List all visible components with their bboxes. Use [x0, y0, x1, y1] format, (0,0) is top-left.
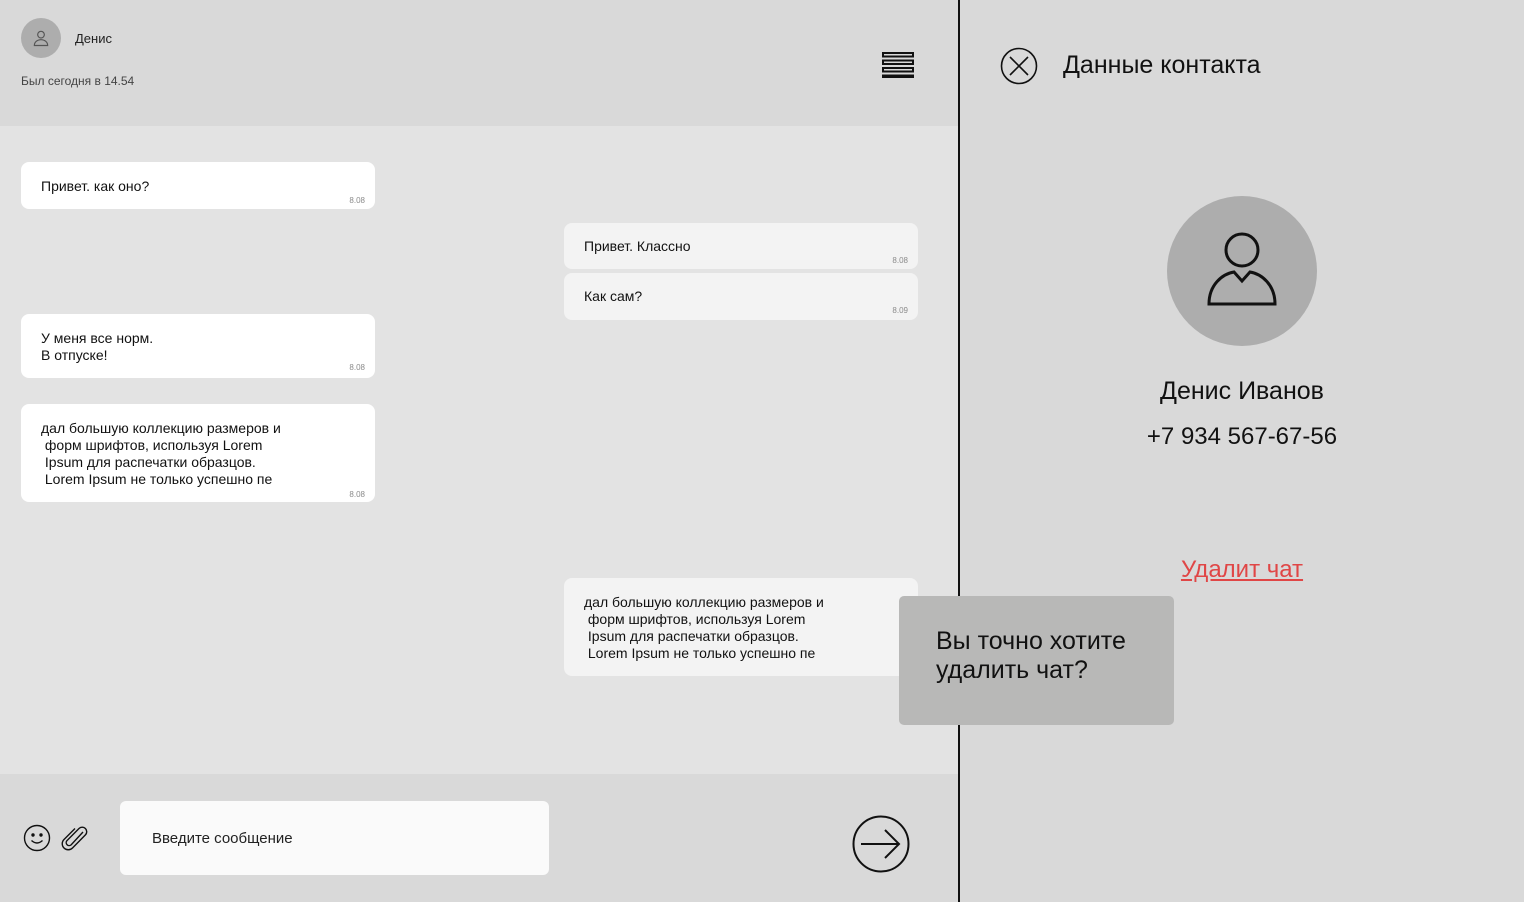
emoji-icon: [23, 824, 51, 852]
menu-icon: [882, 52, 914, 78]
confirm-delete-popup[interactable]: Вы точно хотите удалить чат?: [899, 596, 1174, 725]
message-text: дал большую коллекцию размеров и форм шр…: [41, 420, 281, 487]
message-text: Привет. Классно: [584, 238, 691, 254]
close-button[interactable]: [999, 46, 1039, 86]
message-bubble-incoming: дал большую коллекцию размеров и форм шр…: [21, 404, 375, 502]
user-icon: [33, 30, 49, 47]
attach-button[interactable]: [61, 824, 91, 854]
contact-panel: [960, 0, 1524, 902]
contact-phone: +7 934 567-67-56: [1146, 423, 1338, 450]
message-time: 8.08: [349, 363, 365, 372]
message-bubble-incoming: Привет. как оно? 8.08: [21, 162, 375, 209]
message-text: Привет. как оно?: [41, 178, 150, 194]
message-input[interactable]: [120, 801, 549, 875]
delete-chat-link[interactable]: Удалит чат: [1042, 556, 1442, 584]
message-time: 8.09: [892, 306, 908, 315]
message-time: 8.08: [349, 490, 365, 499]
chat-avatar[interactable]: [21, 18, 61, 58]
message-bubble-outgoing: Как сам? 8.09: [564, 273, 918, 320]
emoji-button[interactable]: [23, 824, 51, 852]
message-bubble-outgoing: Привет. Классно 8.08: [564, 223, 918, 269]
user-icon: [1207, 232, 1277, 306]
message-text: У меня все норм. В отпуске!: [41, 330, 154, 363]
send-arrow-icon: [852, 815, 910, 873]
message-time: 8.08: [892, 256, 908, 265]
message-bubble-outgoing: дал большую коллекцию размеров и форм шр…: [564, 578, 918, 676]
confirm-question: Вы точно хотите удалить чат?: [936, 627, 1126, 684]
chat-header: [0, 0, 959, 126]
menu-button[interactable]: [879, 49, 917, 81]
message-text: Как сам?: [584, 288, 643, 304]
contact-avatar: [1167, 196, 1317, 346]
send-button[interactable]: [851, 814, 911, 874]
chat-contact-name: Денис: [75, 31, 112, 46]
contact-panel-title: Данные контакта: [1063, 51, 1261, 79]
contact-full-name: Денис Иванов: [1160, 377, 1324, 405]
last-seen-status: Был сегодня в 14.54: [21, 74, 135, 88]
message-bubble-incoming: У меня все норм. В отпуске! 8.08: [21, 314, 375, 378]
message-text: дал большую коллекцию размеров и форм шр…: [584, 594, 824, 661]
message-time: 8.08: [349, 196, 365, 205]
paperclip-icon: [61, 826, 88, 851]
close-x-icon: [1000, 47, 1038, 85]
